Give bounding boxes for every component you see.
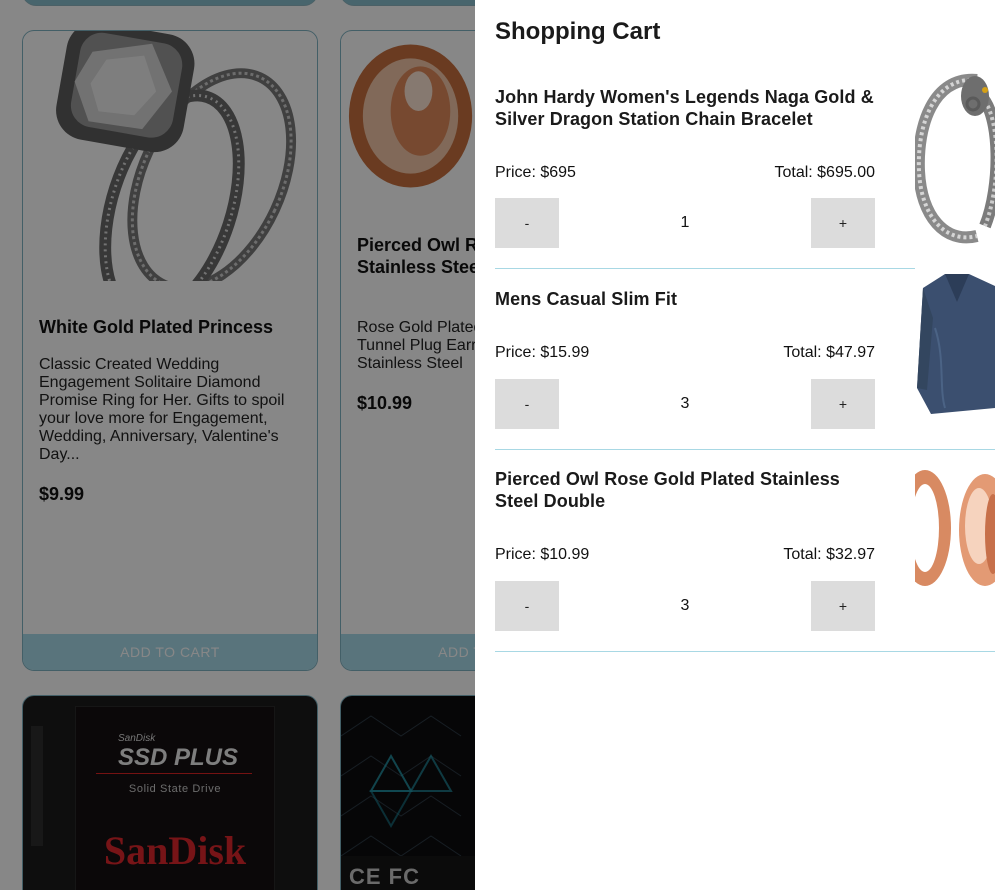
cart-item-price: Price: $15.99	[495, 344, 590, 361]
increase-quantity-button[interactable]: +	[811, 379, 875, 429]
cart-item-quantity: 1	[680, 214, 690, 231]
increase-quantity-button[interactable]: +	[811, 581, 875, 631]
shirt-thumbnail	[915, 268, 995, 420]
decrease-quantity-button[interactable]: -	[495, 198, 559, 248]
cart-item: Mens Casual Slim Fit Price: $15.99 Total…	[495, 268, 995, 450]
cart-item-name: John Hardy Women's Legends Naga Gold & S…	[495, 87, 874, 129]
cart-item-total: Total: $32.97	[783, 546, 875, 563]
cart-item-total: Total: $695.00	[774, 164, 875, 181]
shopping-cart-panel: Shopping Cart John Hardy Women's Legends…	[475, 0, 1000, 890]
cart-item-name: Mens Casual Slim Fit	[495, 289, 678, 309]
bracelet-thumbnail	[915, 66, 995, 251]
cart-title: Shopping Cart	[495, 18, 661, 45]
cart-item-price: Price: $695	[495, 164, 576, 181]
cart-item-total: Total: $47.97	[783, 344, 875, 361]
cart-item-name: Pierced Owl Rose Gold Plated Stainless S…	[495, 469, 840, 511]
cart-item: John Hardy Women's Legends Naga Gold & S…	[495, 66, 995, 269]
modal-overlay[interactable]	[0, 0, 475, 890]
decrease-quantity-button[interactable]: -	[495, 581, 559, 631]
cart-item-quantity: 3	[680, 597, 690, 614]
cart-item: Pierced Owl Rose Gold Plated Stainless S…	[495, 468, 995, 652]
increase-quantity-button[interactable]: +	[811, 198, 875, 248]
earring-thumbnail	[915, 468, 995, 593]
cart-item-quantity: 3	[680, 395, 690, 412]
decrease-quantity-button[interactable]: -	[495, 379, 559, 429]
cart-item-price: Price: $10.99	[495, 546, 590, 563]
